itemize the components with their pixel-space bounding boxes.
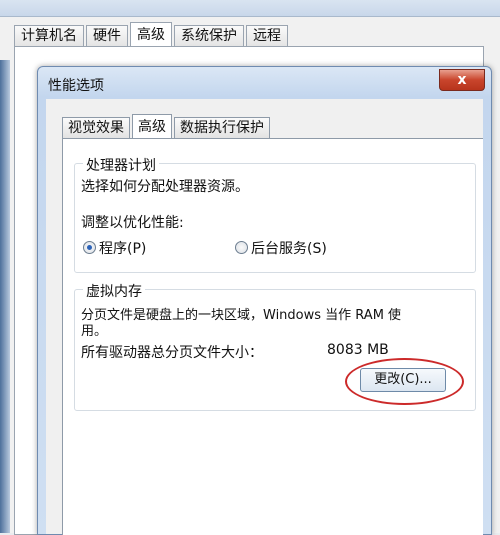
bg-tab-advanced[interactable]: 高级 (130, 22, 172, 47)
virtual-memory-description-line2: 用。 (81, 324, 108, 339)
virtual-memory-description-line1: 分页文件是硬盘上的一块区域，Windows 当作 RAM 使 (81, 308, 402, 323)
adjust-performance-label: 调整以优化性能: (81, 215, 184, 231)
bg-tab-system-protection[interactable]: 系统保护 (174, 25, 244, 46)
highlight-annotation-ellipse (345, 358, 464, 405)
total-paging-file-label: 所有驱动器总分页文件大小： (81, 345, 263, 361)
processor-scheduling-group: 处理器计划 选择如何分配处理器资源。 调整以优化性能: 程序(P) 后台服务(S… (74, 155, 476, 273)
tab-advanced[interactable]: 高级 (132, 114, 172, 139)
close-button[interactable]: x (439, 69, 485, 91)
performance-options-dialog: 性能选项 x 视觉效果 高级 数据执行保护 处理器计划 选择如何分配处理器资源。… (37, 66, 492, 535)
total-paging-file-value: 8083 MB (327, 342, 389, 358)
dialog-title: 性能选项 (48, 78, 104, 94)
programs-radio-label[interactable]: 程序(P) (99, 238, 146, 258)
desktop-edge (0, 60, 10, 533)
processor-description: 选择如何分配处理器资源。 (81, 179, 249, 195)
virtual-memory-group: 虚拟内存 分页文件是硬盘上的一块区域，Windows 当作 RAM 使 用。 所… (74, 281, 476, 411)
tab-data-execution-prevention[interactable]: 数据执行保护 (174, 117, 270, 138)
bg-tab-computer-name[interactable]: 计算机名 (14, 25, 84, 46)
background-services-radio-label[interactable]: 后台服务(S) (251, 238, 327, 258)
background-titlebar (0, 0, 500, 17)
tab-visual-effects[interactable]: 视觉效果 (62, 117, 130, 138)
dialog-tab-bar: 视觉效果 高级 数据执行保护 (62, 114, 272, 139)
close-icon: x (457, 72, 467, 88)
programs-radio[interactable] (83, 241, 96, 254)
background-services-radio[interactable] (235, 241, 248, 254)
dialog-body: 视觉效果 高级 数据执行保护 处理器计划 选择如何分配处理器资源。 调整以优化性… (46, 99, 483, 535)
bg-tab-remote[interactable]: 远程 (246, 25, 288, 46)
virtual-memory-legend: 虚拟内存 (83, 281, 145, 301)
processor-scheduling-legend: 处理器计划 (83, 155, 159, 175)
advanced-tab-panel: 处理器计划 选择如何分配处理器资源。 调整以优化性能: 程序(P) 后台服务(S… (62, 138, 483, 535)
background-tab-bar: 计算机名 硬件 高级 系统保护 远程 (14, 22, 290, 47)
bg-tab-hardware[interactable]: 硬件 (86, 25, 128, 46)
